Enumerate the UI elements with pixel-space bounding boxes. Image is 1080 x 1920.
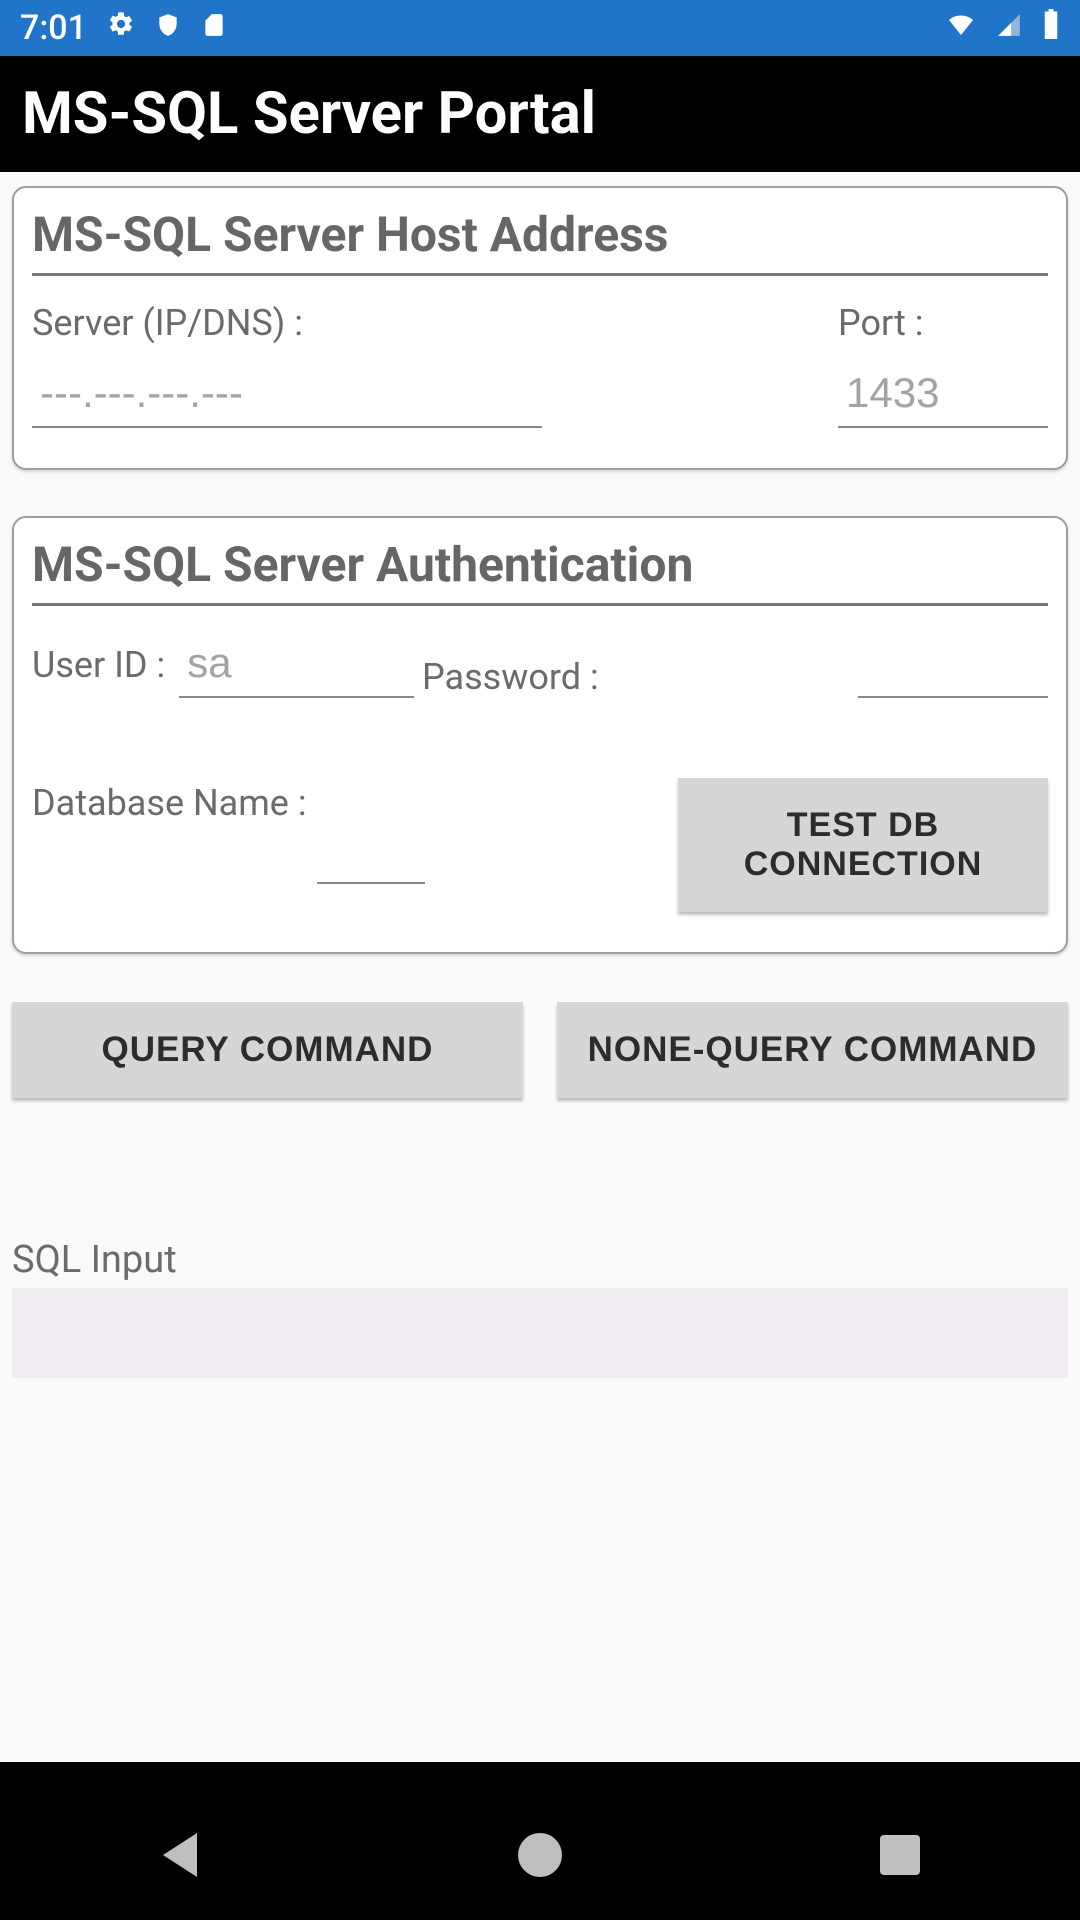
status-left: 7:01 <box>20 8 227 48</box>
status-time: 7:01 <box>20 8 87 48</box>
host-address-card: MS-SQL Server Host Address Server (IP/DN… <box>12 186 1068 470</box>
test-db-connection-button[interactable]: TEST DB CONNECTION <box>678 778 1048 912</box>
auth-card-title: MS-SQL Server Authentication <box>32 536 1048 606</box>
sql-input-section: SQL Input <box>12 1238 1068 1378</box>
password-input[interactable] <box>858 632 1048 698</box>
home-circle-icon <box>518 1833 562 1877</box>
authentication-card: MS-SQL Server Authentication User ID : P… <box>12 516 1068 954</box>
query-command-button[interactable]: QUERY COMMAND <box>12 1002 523 1098</box>
content-area: MS-SQL Server Host Address Server (IP/DN… <box>0 172 1080 1762</box>
back-button[interactable] <box>80 1820 280 1890</box>
status-bar: 7:01 <box>0 0 1080 56</box>
recent-square-icon <box>880 1835 920 1875</box>
status-right <box>946 9 1060 47</box>
app-title: MS-SQL Server Portal <box>22 80 596 148</box>
database-name-label: Database Name : <box>32 782 307 824</box>
battery-icon <box>1042 9 1060 47</box>
user-id-input[interactable] <box>179 632 414 698</box>
sd-card-icon <box>201 11 227 46</box>
user-id-label: User ID : <box>32 644 165 686</box>
gear-icon <box>107 10 135 46</box>
app-bar: MS-SQL Server Portal <box>0 56 1080 172</box>
sql-input-label: SQL Input <box>12 1238 1068 1282</box>
port-label: Port : <box>838 302 1048 344</box>
server-input[interactable] <box>32 362 542 428</box>
bottom-black-bar <box>0 1762 1080 1790</box>
host-card-title: MS-SQL Server Host Address <box>32 206 1048 276</box>
recent-apps-button[interactable] <box>800 1820 1000 1890</box>
sql-input-area[interactable] <box>12 1288 1068 1378</box>
cell-signal-icon <box>996 11 1022 46</box>
none-query-command-button[interactable]: NONE-QUERY COMMAND <box>557 1002 1068 1098</box>
command-row: QUERY COMMAND NONE-QUERY COMMAND <box>12 1002 1068 1098</box>
wifi-icon <box>946 11 976 46</box>
port-input[interactable] <box>838 362 1048 428</box>
shield-icon <box>155 11 181 46</box>
navigation-bar <box>0 1790 1080 1920</box>
password-label: Password : <box>422 656 599 698</box>
back-triangle-icon <box>163 1833 197 1877</box>
home-button[interactable] <box>440 1820 640 1890</box>
server-label: Server (IP/DNS) : <box>32 302 542 344</box>
database-name-input[interactable] <box>317 818 425 884</box>
